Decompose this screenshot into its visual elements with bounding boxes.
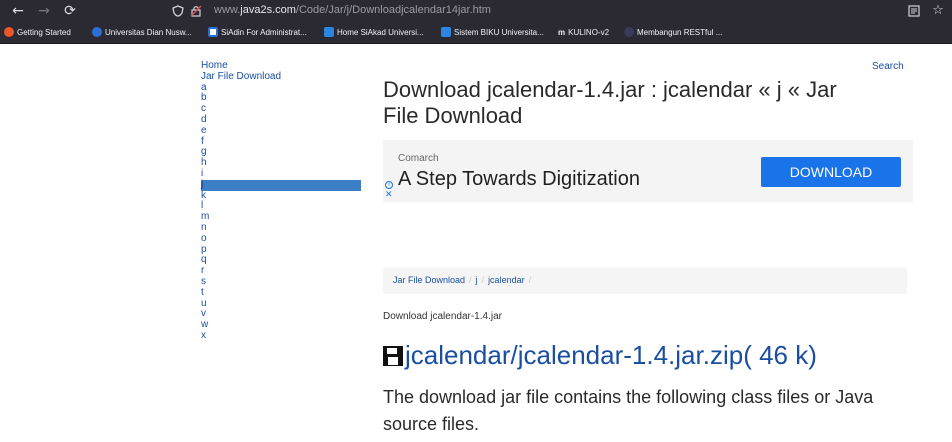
bookmark-star-icon[interactable]: ☆ xyxy=(928,1,948,21)
site-icon xyxy=(92,27,102,37)
bookmark-kulino[interactable]: m KULINO-v2 xyxy=(558,26,609,40)
browser-toolbar: ← → ⟳ www.java2s.com/Code/Jar/j/Download… xyxy=(0,0,952,22)
bookmark-universitas[interactable]: Universitas Dian Nusw... xyxy=(92,26,192,40)
bookmark-siadin[interactable]: SiAdin For Administrat... xyxy=(208,26,307,40)
bookmark-siakad[interactable]: Home SiAkad Universi... xyxy=(324,26,424,40)
breadcrumb-jar-file-download[interactable]: Jar File Download xyxy=(393,275,465,285)
letter-link-r[interactable]: r xyxy=(201,265,361,277)
left-navigation: Home Jar File Download a b c d e f g h i… xyxy=(201,60,361,342)
reload-icon[interactable]: ⟳ xyxy=(60,1,80,21)
breadcrumb-separator: / xyxy=(528,275,532,285)
bookmark-restful[interactable]: Membangun RESTful ... xyxy=(624,26,722,40)
letter-link-d[interactable]: d xyxy=(201,114,361,126)
letter-link-i[interactable]: i xyxy=(201,168,361,180)
kulino-icon: m xyxy=(558,28,566,37)
url-text: www.java2s.com/Code/Jar/j/Downloadjcalen… xyxy=(214,4,491,16)
ad-info-icon[interactable]: i xyxy=(385,181,393,189)
letter-link-o[interactable]: o xyxy=(201,233,361,245)
site-icon xyxy=(624,27,634,37)
site-icon xyxy=(208,27,218,37)
download-description: The download jar file contains the follo… xyxy=(383,387,874,434)
insecure-lock-icon[interactable] xyxy=(190,5,202,17)
letter-link-v[interactable]: v xyxy=(201,309,361,320)
letter-link-t[interactable]: t xyxy=(201,287,361,299)
back-arrow-icon[interactable]: ← xyxy=(8,1,28,21)
letter-link-g[interactable]: g xyxy=(201,147,361,158)
letter-link-w[interactable]: w xyxy=(201,319,361,331)
site-icon xyxy=(324,27,334,37)
letter-link-p[interactable]: p xyxy=(201,244,361,256)
breadcrumb-separator: / xyxy=(469,275,472,285)
shield-icon xyxy=(172,5,184,17)
breadcrumb: Jar File Download / j / jcalendar / xyxy=(383,267,907,294)
reader-view-icon[interactable] xyxy=(908,5,920,17)
breadcrumb-jcalendar[interactable]: jcalendar xyxy=(488,275,525,285)
bookmark-biku[interactable]: Sistem BIKU Universita... xyxy=(441,26,544,40)
forward-arrow-icon[interactable]: → xyxy=(34,1,54,21)
letter-link-a[interactable]: a xyxy=(201,82,361,94)
download-caption: Download jcalendar-1.4.jar xyxy=(383,311,502,322)
letter-link-c[interactable]: c xyxy=(201,103,361,115)
ad-brand: Comarch xyxy=(398,153,439,164)
ad-download-button[interactable]: DOWNLOAD xyxy=(761,157,901,187)
letter-link-u[interactable]: u xyxy=(201,298,361,310)
search-link[interactable]: Search xyxy=(872,61,904,72)
letter-link-x[interactable]: x xyxy=(201,330,361,342)
advertisement-banner[interactable]: Comarch A Step Towards Digitization DOWN… xyxy=(383,140,913,202)
letter-link-e[interactable]: e xyxy=(201,125,361,137)
letter-link-f[interactable]: f xyxy=(201,136,361,148)
floppy-disk-icon xyxy=(383,346,403,366)
page-title: Download jcalendar-1.4.jar : jcalendar «… xyxy=(383,77,837,128)
letter-link-q[interactable]: q xyxy=(201,255,361,266)
download-link[interactable]: jcalendar/jcalendar-1.4.jar.zip( 46 k) xyxy=(383,340,817,370)
firefox-icon xyxy=(4,27,14,37)
site-icon xyxy=(441,27,451,37)
breadcrumb-separator: / xyxy=(481,275,485,285)
letter-link-l[interactable]: l xyxy=(201,201,361,212)
letter-link-k[interactable]: k xyxy=(201,190,361,202)
jar-file-download-link[interactable]: Jar File Download xyxy=(201,71,361,83)
letter-link-j-active[interactable]: j xyxy=(201,179,361,191)
letter-link-s[interactable]: s xyxy=(201,276,361,288)
bookmarks-bar: Getting Started Universitas Dian Nusw...… xyxy=(0,22,952,44)
url-bar[interactable]: www.java2s.com/Code/Jar/j/Downloadjcalen… xyxy=(168,1,928,21)
bookmark-getting-started[interactable]: Getting Started xyxy=(4,26,71,40)
ad-close-icon[interactable]: ✕ xyxy=(385,190,393,199)
ad-headline[interactable]: A Step Towards Digitization xyxy=(398,168,640,191)
letter-link-b[interactable]: b xyxy=(201,93,361,104)
letter-link-n[interactable]: n xyxy=(201,222,361,234)
letter-link-m[interactable]: m xyxy=(201,211,361,223)
letter-link-h[interactable]: h xyxy=(201,157,361,169)
